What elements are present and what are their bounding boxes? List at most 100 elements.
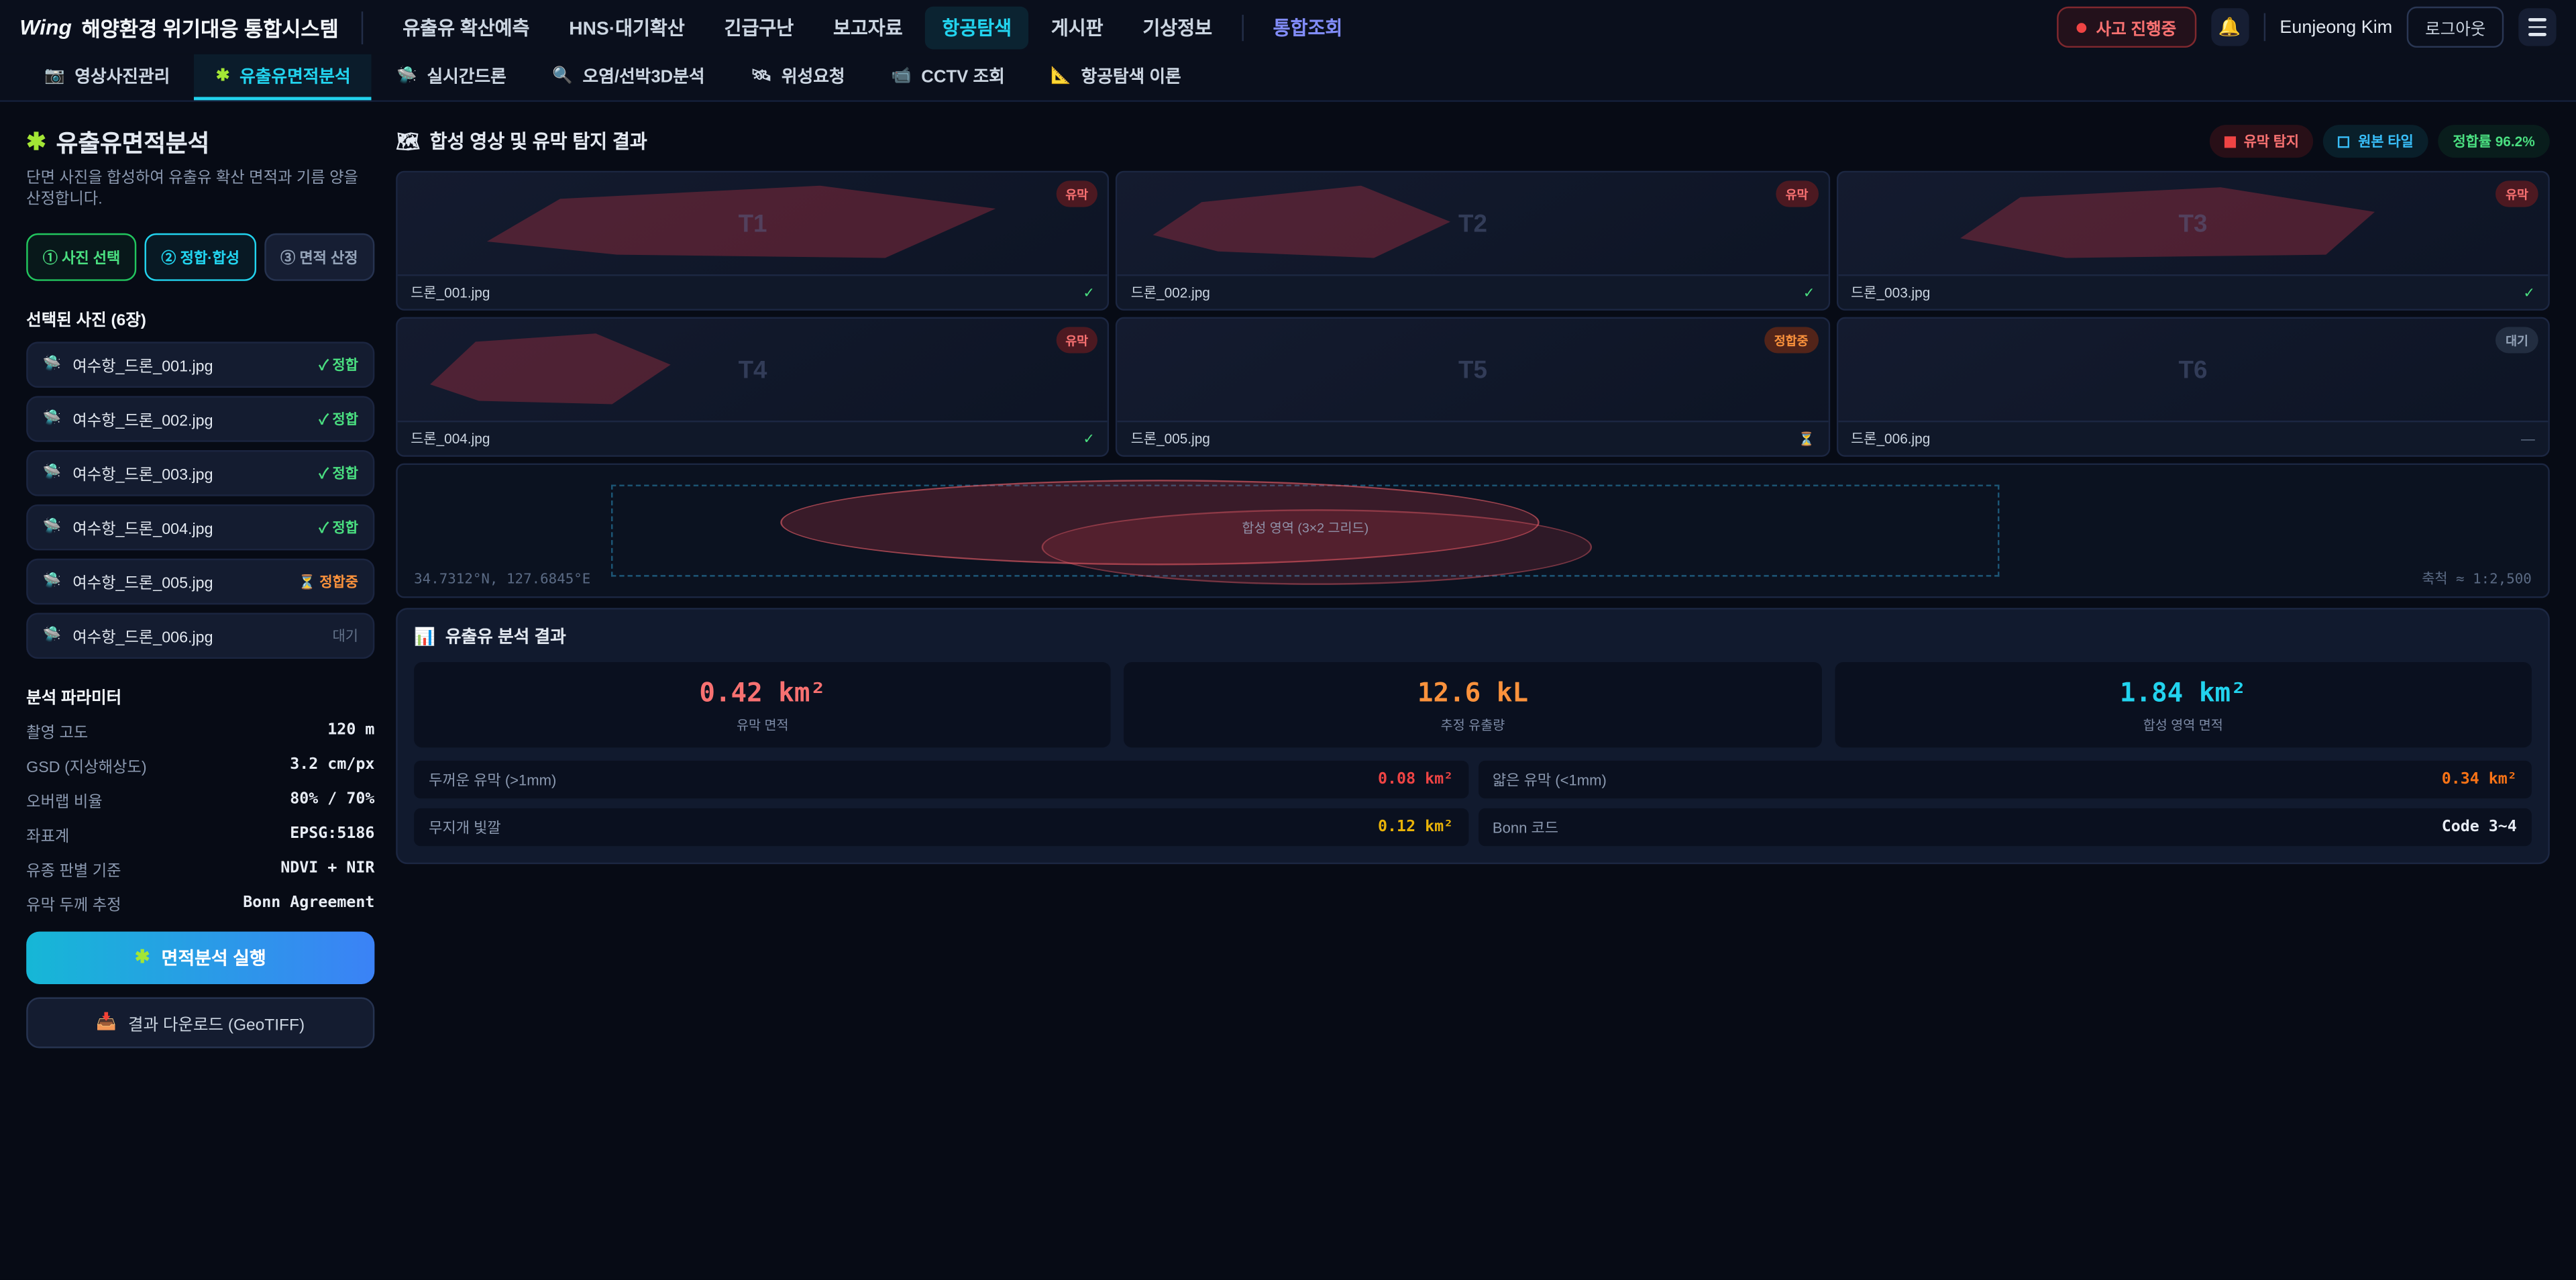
- nav-item-reports[interactable]: 보고자료: [816, 6, 919, 49]
- tab-realtime-drone[interactable]: 🛸 실시간드론: [375, 54, 527, 101]
- tile-t3[interactable]: T3 유막 드론_003.jpg ✓: [1836, 171, 2550, 311]
- app-title: 해양환경 위기대응 통합시스템: [82, 11, 339, 43]
- tab-oil-area-analysis[interactable]: ✱ 유출유면적분석: [195, 54, 372, 101]
- tile-t4[interactable]: T4 유막 드론_004.jpg ✓: [396, 317, 1110, 457]
- photo-list-item[interactable]: 🛸 여수항_드론_006.jpg 대기: [26, 612, 374, 659]
- tile-id-label: T5: [1118, 319, 1828, 421]
- tab-cctv[interactable]: 📹 CCTV 조회: [869, 54, 1026, 101]
- legend-oil-detect[interactable]: 유막 탐지: [2209, 125, 2314, 158]
- tile-t1[interactable]: T1 유막 드론_001.jpg ✓: [396, 171, 1110, 311]
- tile-grid: T1 유막 드론_001.jpg ✓ T2 유막: [396, 171, 2550, 457]
- nav-item-hns-diffusion[interactable]: HNS·대기확산: [553, 6, 701, 49]
- ruler-icon: 📐: [1051, 66, 1071, 85]
- bell-icon: 🔔: [2218, 16, 2241, 38]
- step-buttons: ① 사진 선택 ② 정합·합성 ③ 면적 산정: [26, 233, 374, 280]
- magnifier-icon: 🔍: [552, 66, 572, 85]
- selected-photos-header: 선택된 사진 (6장): [26, 305, 374, 330]
- drone-icon: 🛸: [43, 355, 61, 373]
- drone-icon: 🛸: [43, 464, 61, 482]
- stat-composite-area: 1.84 km² 합성 영역 면적: [1835, 662, 2532, 747]
- tile-id-label: T2: [1118, 172, 1828, 274]
- nav-item-spill-prediction[interactable]: 유출유 확산예측: [386, 6, 546, 49]
- drone-icon: 🛸: [43, 572, 61, 590]
- tile-image: T4 유막: [398, 319, 1108, 421]
- notifications-button[interactable]: 🔔: [2211, 8, 2249, 46]
- param-row-crs: 좌표계 EPSG:5186: [26, 822, 374, 845]
- main-header: 🗺 합성 영상 및 유막 탐지 결과 유막 탐지 원본 타일 정합률 96.2%: [396, 125, 2550, 158]
- incident-status-label: 사고 진행중: [2096, 15, 2176, 40]
- download-geotiff-button[interactable]: 📥 결과 다운로드 (GeoTIFF): [26, 997, 374, 1048]
- navbar-right-cluster: 사고 진행중 🔔 Eunjeong Kim 로그아웃: [2057, 7, 2557, 48]
- detail-rainbow-sheen: 무지개 빛깔 0.12 km²: [414, 808, 1468, 846]
- tile-badge-oil: 유막: [1056, 327, 1098, 353]
- param-row-oil-criterion: 유종 판별 기준 NDVI + NIR: [26, 857, 374, 879]
- accuracy-badge: 정합률 96.2%: [2438, 125, 2549, 158]
- step-area-calc-button[interactable]: ③ 면적 산정: [264, 233, 374, 280]
- drone-icon: 🛸: [43, 626, 61, 644]
- video-camera-icon: 📹: [891, 66, 911, 85]
- tile-badge-progress: 정합중: [1764, 327, 1818, 353]
- tile-badge-oil: 유막: [1776, 180, 1818, 207]
- photo-list-item[interactable]: 🛸 여수항_드론_002.jpg ✓ 정합: [26, 395, 374, 441]
- tile-t6[interactable]: T6 대기 드론_006.jpg —: [1836, 317, 2550, 457]
- nav-divider: [1242, 14, 1243, 40]
- tab-photo-management[interactable]: 📷 영상사진관리: [23, 54, 191, 101]
- check-icon: ✓: [1083, 283, 1094, 301]
- tile-id-label: T4: [398, 319, 1108, 421]
- sidebar-subtitle: 단면 사진을 합성하여 유출유 확산 면적과 기름 양을 산정합니다.: [26, 169, 374, 211]
- nav-item-aerial-search[interactable]: 항공탐색: [926, 6, 1028, 49]
- sub-tabbar: 📷 영상사진관리 ✱ 유출유면적분석 🛸 실시간드론 🔍 오염/선박3D분석 🛰…: [0, 54, 2576, 102]
- page-content: ✱ 유출유면적분석 단면 사진을 합성하여 유출유 확산 면적과 기름 양을 산…: [0, 102, 2576, 1048]
- legend-original-tile[interactable]: 원본 타일: [2324, 125, 2428, 158]
- photo-status-badge: ✓ 정합: [319, 409, 358, 428]
- photo-list-item[interactable]: 🛸 여수항_드론_003.jpg ✓ 정합: [26, 449, 374, 496]
- main-panel: 🗺 합성 영상 및 유막 탐지 결과 유막 탐지 원본 타일 정합률 96.2%: [396, 118, 2550, 1047]
- main-title: 🗺 합성 영상 및 유막 탐지 결과: [396, 128, 647, 154]
- param-row-thickness: 유막 두께 추정 Bonn Agreement: [26, 892, 374, 914]
- nav-item-weather[interactable]: 기상정보: [1126, 6, 1229, 49]
- tile-id-label: T1: [398, 172, 1108, 274]
- tab-aerial-theory[interactable]: 📐 항공탐색 이론: [1030, 54, 1203, 101]
- detail-bonn-code: Bonn 코드 Code 3~4: [1478, 808, 2532, 846]
- camera-icon: 📷: [44, 66, 64, 85]
- run-area-analysis-button[interactable]: ✱ 면적분석 실행: [26, 931, 374, 983]
- map-icon: 🗺: [396, 129, 420, 152]
- sidebar-title: ✱ 유출유면적분석: [26, 125, 374, 159]
- step-align-compose-button[interactable]: ② 정합·합성: [145, 233, 256, 280]
- filled-square-icon: [2224, 136, 2235, 147]
- tile-badge-oil: 유막: [1056, 180, 1098, 207]
- photo-status-badge: ✓ 정합: [319, 354, 358, 374]
- nav-item-board[interactable]: 게시판: [1034, 6, 1120, 49]
- tile-image: T3 유막: [1838, 172, 2548, 274]
- hourglass-icon: ⏳: [1799, 431, 1815, 446]
- param-row-overlap: 오버랩 비율 80% / 70%: [26, 788, 374, 811]
- photo-status-badge: 대기: [333, 625, 358, 645]
- photo-list-item[interactable]: 🛸 여수항_드론_001.jpg ✓ 정합: [26, 341, 374, 387]
- tile-footer: 드론_006.jpg —: [1838, 421, 2548, 455]
- nav-item-integrated-search[interactable]: 통합조회: [1256, 6, 1359, 49]
- photo-list-item[interactable]: 🛸 여수항_드론_005.jpg ⏳ 정합중: [26, 558, 374, 604]
- legend-badges: 유막 탐지 원본 타일 정합률 96.2%: [2209, 125, 2550, 158]
- navbar-divider: [2263, 13, 2265, 42]
- step-photo-select-button[interactable]: ① 사진 선택: [26, 233, 137, 280]
- user-name: Eunjeong Kim: [2279, 17, 2392, 37]
- photo-list-item[interactable]: 🛸 여수항_드론_004.jpg ✓ 정합: [26, 504, 374, 550]
- photo-status-badge: ⏳ 정합중: [299, 571, 358, 590]
- tile-t2[interactable]: T2 유막 드론_002.jpg ✓: [1116, 171, 1830, 311]
- incident-dot-icon: [2076, 22, 2086, 32]
- tile-footer: 드론_005.jpg ⏳: [1118, 421, 1828, 455]
- tile-image: T6 대기: [1838, 319, 2548, 421]
- tile-t5[interactable]: T5 정합중 드론_005.jpg ⏳: [1116, 317, 1830, 457]
- tile-image: T1 유막: [398, 172, 1108, 274]
- logout-button[interactable]: 로그아웃: [2407, 7, 2504, 48]
- tile-footer: 드론_003.jpg ✓: [1838, 274, 2548, 309]
- tab-pollution-ship-3d[interactable]: 🔍 오염/선박3D분석: [531, 54, 727, 101]
- outline-square-icon: [2339, 136, 2350, 147]
- puzzle-icon: ✱: [26, 129, 46, 155]
- tile-image: T2 유막: [1118, 172, 1828, 274]
- hamburger-menu-button[interactable]: [2518, 8, 2556, 46]
- tile-footer: 드론_004.jpg ✓: [398, 421, 1108, 455]
- tab-satellite-request[interactable]: 🛰 위성요청: [729, 54, 866, 101]
- nav-item-emergency-rescue[interactable]: 긴급구난: [708, 6, 810, 49]
- stat-oil-area: 0.42 km² 유막 면적: [414, 662, 1111, 747]
